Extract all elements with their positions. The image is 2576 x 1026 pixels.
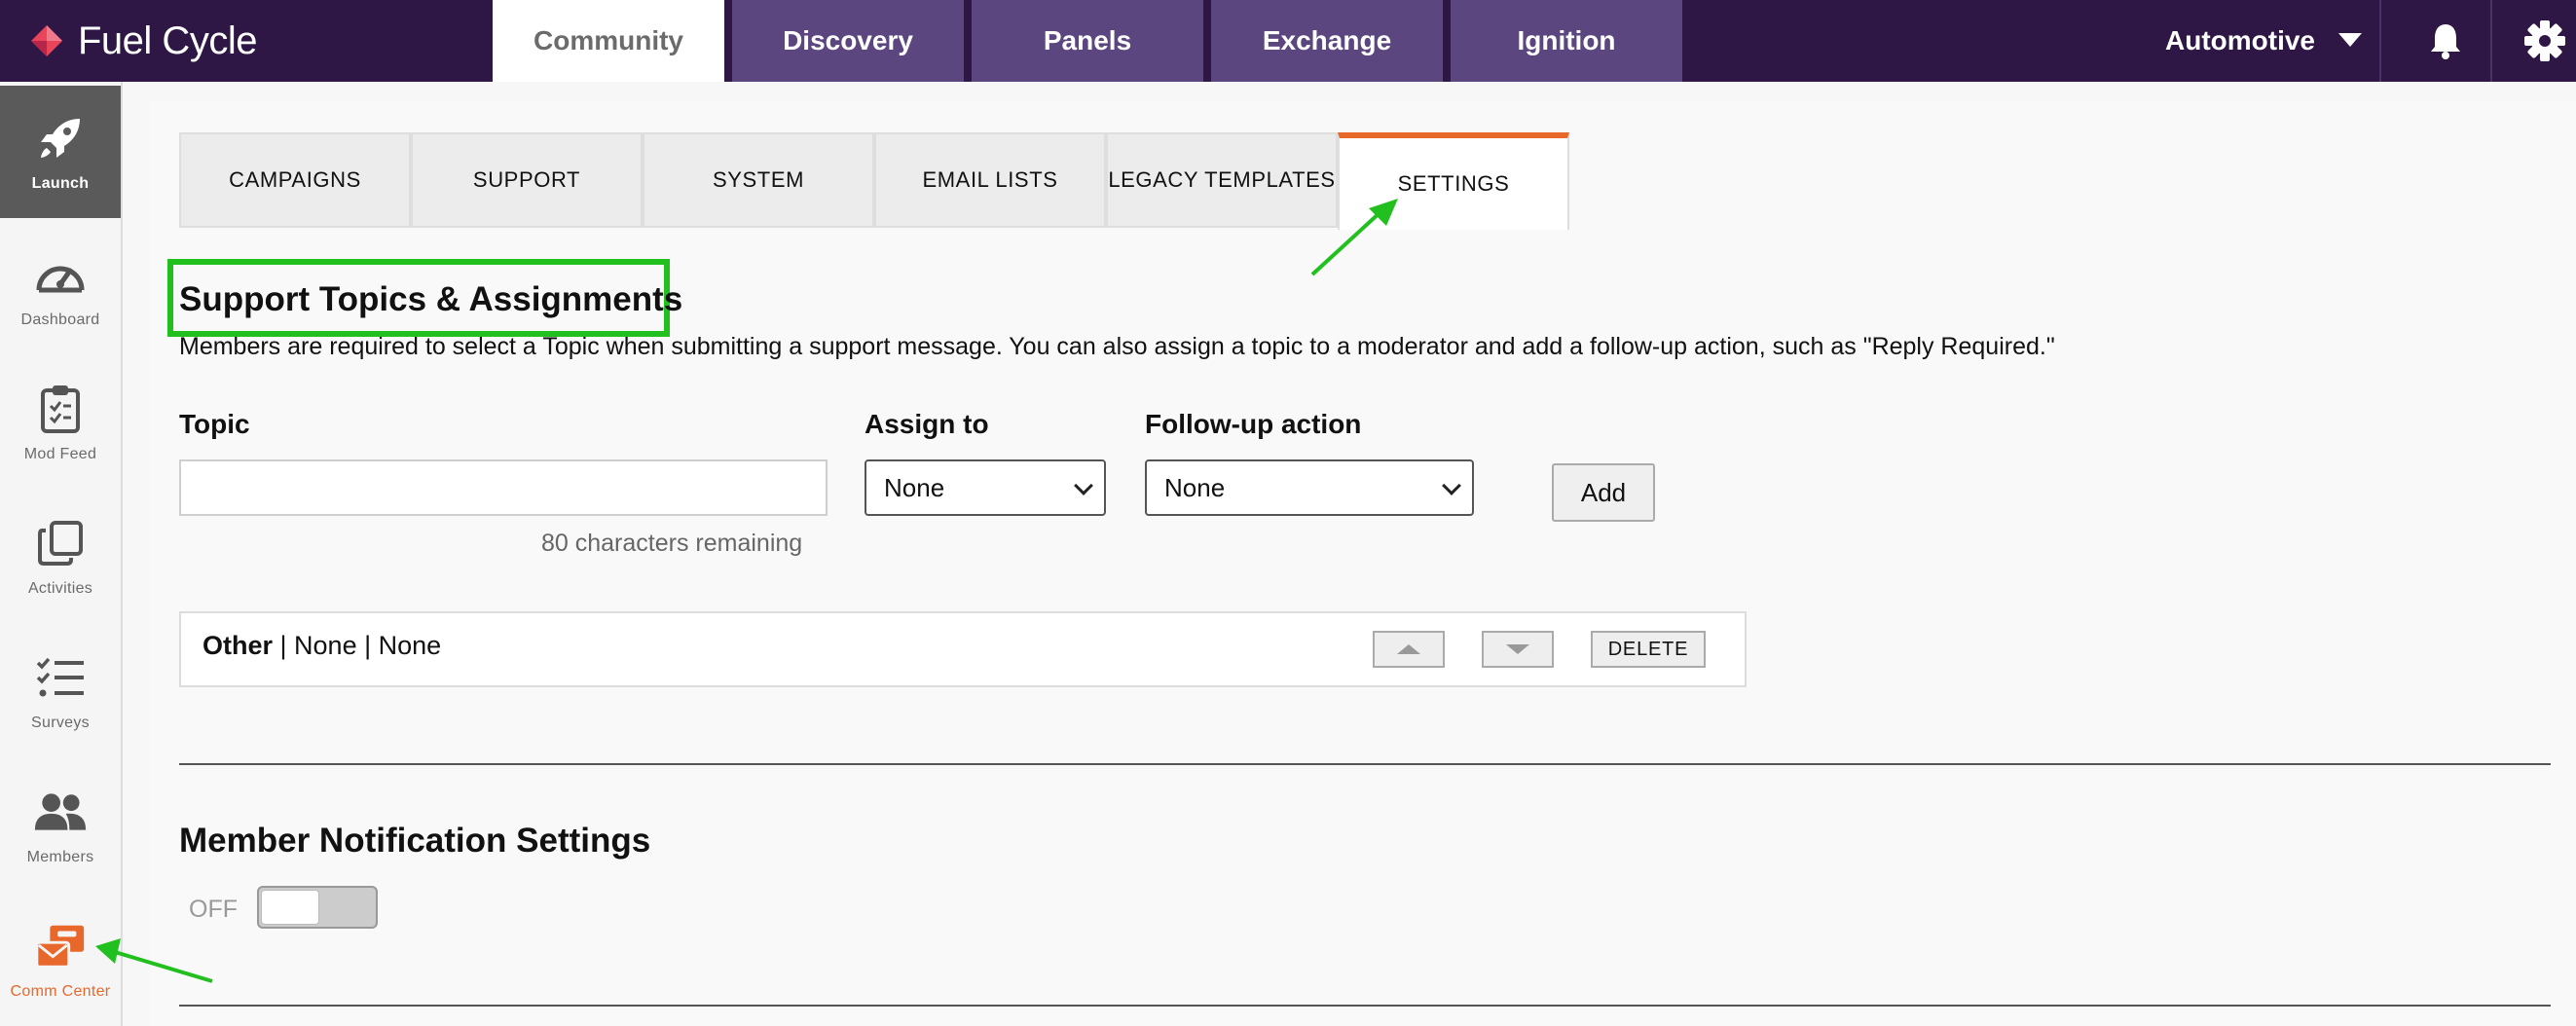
sidebar-item-label: Comm Center [10,983,111,1000]
topic-row-text: Other | None | None [202,631,441,661]
topic-row-details: | None | None [273,631,442,660]
subtab-campaigns[interactable]: CAMPAIGNS [179,132,411,228]
sidebar-item-label: Dashboard [20,311,100,328]
rocket-icon [33,111,88,165]
fuel-cycle-logo[interactable]: Fuel Cycle [27,18,257,64]
topic-row-name: Other [202,631,274,660]
top-navigation-bar: Fuel Cycle Community Discovery Panels Ex… [0,0,2576,82]
notification-settings-title: Member Notification Settings [179,822,651,860]
sidebar-item-label: Activities [27,580,93,597]
top-divider [2490,0,2492,82]
subtab-email-lists[interactable]: EMAIL LISTS [874,132,1106,228]
tab-exchange[interactable]: Exchange [1211,0,1443,82]
org-select-dropdown[interactable]: Automotive [2142,0,2372,82]
move-down-button[interactable] [1482,631,1554,668]
tab-community[interactable]: Community [493,0,724,82]
main-content [150,101,2576,1026]
subtab-legacy-templates[interactable]: LEGACY TEMPLATES [1106,132,1338,228]
sidebar-item-members[interactable]: Members [0,759,121,892]
settings-subtabs: CAMPAIGNS SUPPORT SYSTEM EMAIL LISTS LEG… [179,132,1569,230]
followup-action-value: None [1164,472,1226,502]
support-topics-title: Support Topics & Assignments [179,280,683,318]
sidebar-item-surveys[interactable]: Surveys [0,625,121,757]
sidebar-item-label: Members [26,849,94,865]
topic-label: Topic [179,409,250,439]
add-topic-button[interactable]: Add [1552,463,1655,522]
logo-mark-icon [27,21,66,60]
assign-to-select[interactable]: None [865,459,1106,516]
delete-label: DELETE [1607,638,1689,660]
sidebar-item-label: Surveys [31,715,90,731]
sidebar-item-launch[interactable]: Launch [0,86,121,218]
tab-ignition[interactable]: Ignition [1451,0,1682,82]
followup-action-select[interactable]: None [1145,459,1474,516]
top-divider [2379,0,2381,82]
mail-briefcase-icon [33,919,88,973]
section-divider [179,1005,2551,1007]
bell-icon[interactable] [2422,18,2469,64]
sidebar-item-label: Launch [31,175,90,192]
followup-action-label: Follow-up action [1145,409,1362,439]
section-divider [179,763,2551,765]
toggle-state-label: OFF [189,896,238,923]
speedometer-icon [33,247,88,302]
chars-remaining: 80 characters remaining [541,530,803,557]
notification-toggle[interactable] [257,886,378,929]
support-topics-description: Members are required to select a Topic w… [179,333,2055,360]
move-up-button[interactable] [1373,631,1445,668]
users-icon [33,785,88,839]
subtab-settings[interactable]: SETTINGS [1338,132,1569,230]
tab-discovery[interactable]: Discovery [732,0,964,82]
sidebar-item-activities[interactable]: Activities [0,491,121,623]
topic-row: Other | None | None DELETE [179,611,1747,687]
arrow-down-icon [1506,644,1529,654]
caret-down-icon [2338,33,2362,47]
sidebar-item-comm-center[interactable]: Comm Center [0,894,121,1026]
subtab-system[interactable]: SYSTEM [643,132,874,228]
toggle-knob [261,890,319,925]
topic-input[interactable] [179,459,828,516]
assign-to-value: None [884,472,945,502]
tab-panels[interactable]: Panels [972,0,1203,82]
assign-to-label: Assign to [865,409,989,439]
checklist-icon [33,650,88,705]
sidebar-item-mod-feed[interactable]: Mod Feed [0,356,121,489]
org-select-label: Automotive [2165,25,2315,55]
left-sidebar: Launch Dashboard Mod Feed Activities Sur… [0,82,123,1026]
logo-text: Fuel Cycle [78,18,257,62]
sidebar-item-label: Mod Feed [23,446,97,462]
chevron-down-icon [1074,476,1093,495]
delete-topic-button[interactable]: DELETE [1591,631,1706,668]
copy-stack-icon [33,516,88,570]
clipboard-check-icon [33,382,88,436]
arrow-up-icon [1397,644,1420,654]
chevron-down-icon [1442,476,1461,495]
gear-icon[interactable] [2521,18,2568,64]
sidebar-item-dashboard[interactable]: Dashboard [0,222,121,354]
subtab-support[interactable]: SUPPORT [411,132,643,228]
